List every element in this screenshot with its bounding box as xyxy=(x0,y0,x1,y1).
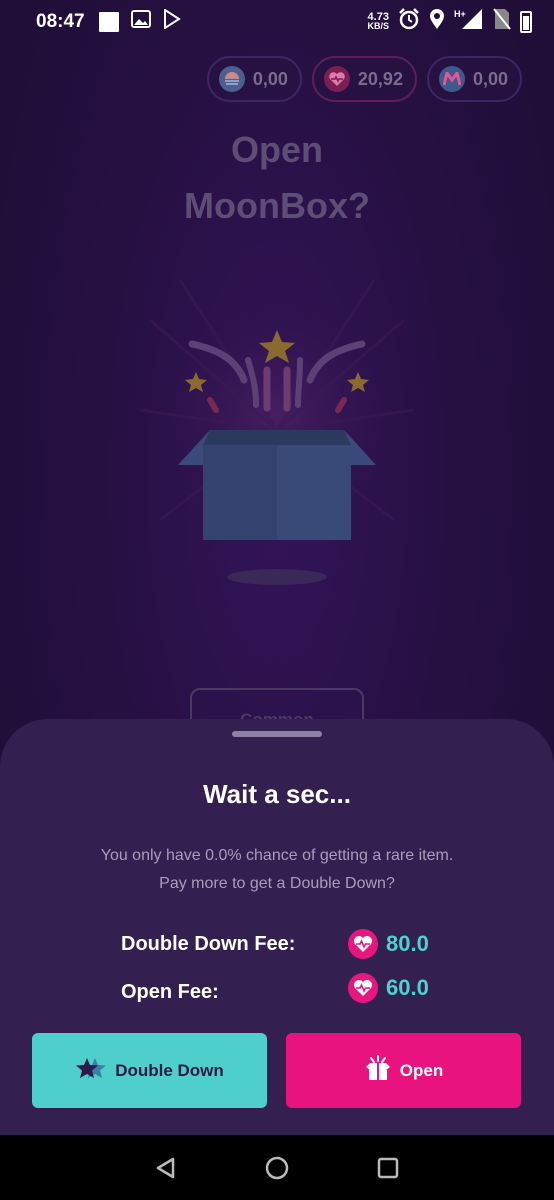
alarm-icon xyxy=(398,8,420,36)
open-fee: 60.0 xyxy=(348,973,429,1003)
signal-icon: H+ xyxy=(454,8,484,36)
moon-balance[interactable]: 0,00 xyxy=(206,56,302,102)
sheet-title: Wait a sec... xyxy=(203,779,351,809)
location-icon xyxy=(429,8,445,36)
sheet-message-line2: Pay more to get a Double Down? xyxy=(159,875,395,892)
double-down-fee-value: 80.0 xyxy=(386,931,429,956)
recents-icon[interactable] xyxy=(373,1153,403,1183)
system-nav-bar xyxy=(0,1135,554,1200)
heart-balance[interactable]: 20,92 xyxy=(311,56,417,102)
m-balance[interactable]: 0,00 xyxy=(426,56,522,102)
page-title-line2: MoonBox? xyxy=(184,185,370,226)
double-down-fee-label: Double Down Fee: xyxy=(121,933,296,955)
moon-balance-value: 0,00 xyxy=(252,68,288,89)
open-button[interactable]: Open xyxy=(286,1033,521,1108)
battery-icon xyxy=(520,11,532,33)
page-title-line1: Open xyxy=(230,129,323,170)
open-button-label: Open xyxy=(399,1060,444,1080)
open-fee-value: 60.0 xyxy=(386,975,429,1000)
currency-balances: 0,00 20,92 0,00 xyxy=(206,56,522,102)
double-down-button-label: Double Down xyxy=(115,1060,224,1080)
moon-coin-icon xyxy=(218,66,245,92)
svg-text:H+: H+ xyxy=(454,9,466,19)
net-speed: 4.73 KB/S xyxy=(367,11,389,31)
stars-icon xyxy=(75,1056,107,1085)
notification-square-icon xyxy=(98,12,119,32)
double-down-fee: 80.0 xyxy=(348,929,429,959)
home-icon[interactable] xyxy=(262,1153,292,1183)
sheet-drag-handle[interactable] xyxy=(232,731,322,737)
moonbox-illustration xyxy=(139,260,415,600)
no-sim-icon xyxy=(493,8,511,36)
status-time: 08:47 xyxy=(36,11,85,32)
m-coin-icon xyxy=(438,66,465,92)
back-icon[interactable] xyxy=(151,1153,181,1183)
heart-balance-value: 20,92 xyxy=(357,68,403,89)
status-icons: 4.73 KB/S H+ xyxy=(367,8,532,36)
double-down-sheet: Wait a sec... You only have 0.0% chance … xyxy=(0,719,554,1135)
m-balance-value: 0,00 xyxy=(472,68,508,89)
heart-coin-icon xyxy=(348,929,378,959)
open-fee-label: Open Fee: xyxy=(121,981,219,1003)
heart-coin-icon xyxy=(348,973,378,1003)
image-icon xyxy=(130,10,151,34)
double-down-button[interactable]: Double Down xyxy=(32,1033,267,1108)
sheet-message-line1: You only have 0.0% chance of getting a r… xyxy=(100,847,454,864)
open-box-icon xyxy=(364,1055,392,1086)
play-store-icon xyxy=(163,8,181,35)
heart-coin-icon xyxy=(323,66,350,92)
status-bar: 08:47 4.73 KB/S H+ xyxy=(0,0,554,44)
